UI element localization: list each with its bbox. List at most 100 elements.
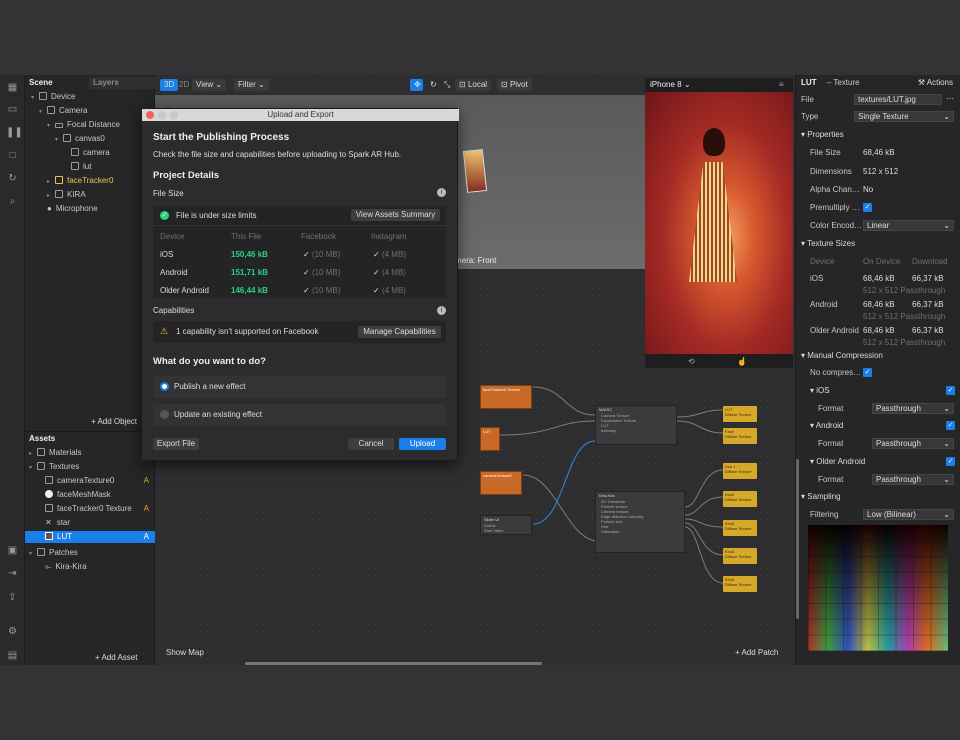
- refresh-icon[interactable]: ↻: [6, 172, 19, 185]
- patch-magic[interactable]: MAGIC Camera Texture Facetracker Texture…: [595, 405, 677, 445]
- patch-output-kira4[interactable]: Kira4 Diffuse Texture: [723, 548, 757, 564]
- face-tracker-icon: [55, 176, 63, 184]
- asset-lut-selected[interactable]: LUT A: [25, 531, 155, 543]
- flip-camera-icon[interactable]: ⟲: [688, 357, 695, 366]
- touch-icon[interactable]: ☝: [737, 357, 747, 366]
- row-ios-device: iOS: [160, 250, 174, 259]
- asset-folder-materials[interactable]: ▸ Materials: [29, 447, 81, 459]
- filtering-select[interactable]: Low (Bilinear) ⌄: [863, 509, 954, 520]
- dialog-heading: Start the Publishing Process: [153, 132, 290, 143]
- radio-selected[interactable]: [160, 382, 169, 391]
- show-map-button[interactable]: Show Map: [166, 648, 204, 657]
- pause-icon[interactable]: ❚❚: [6, 126, 23, 139]
- console-icon[interactable]: ▤: [6, 649, 19, 662]
- export-file-button[interactable]: Export File: [153, 438, 199, 450]
- vertical-scrollbar[interactable]: [796, 459, 799, 619]
- patch-slider-ui[interactable]: Slider UI Visible Start Value: [480, 515, 532, 535]
- simulator-preview[interactable]: [645, 92, 793, 354]
- patch-output-kira1[interactable]: Kira 1 Diffuse Texture: [723, 463, 757, 479]
- cancel-button[interactable]: Cancel: [348, 438, 394, 450]
- section-android[interactable]: ▾ Android: [796, 420, 960, 432]
- minimize-window-button[interactable]: [158, 111, 166, 119]
- tree-item-microphone[interactable]: ● Microphone: [39, 203, 98, 215]
- info-icon[interactable]: i: [437, 188, 446, 197]
- tree-item-device[interactable]: ▾ Device: [31, 91, 75, 103]
- asset-facetracker0-texture[interactable]: faceTracker0 Texture A: [45, 503, 151, 515]
- section-older-android[interactable]: ▾ Older Android: [796, 456, 960, 468]
- folder-icon[interactable]: ▣: [6, 544, 19, 557]
- patch-output-kira2[interactable]: Kira2 Diffuse Texture: [723, 491, 757, 507]
- search-icon[interactable]: ⌕: [6, 195, 19, 208]
- video-icon[interactable]: ▭: [6, 103, 19, 116]
- stop-icon[interactable]: □: [6, 149, 19, 162]
- tab-scene[interactable]: Scene: [29, 77, 53, 89]
- section-properties[interactable]: ▾ Properties: [796, 129, 960, 141]
- asset-kira-kira[interactable]: ⟜ Kira-Kira: [45, 561, 87, 573]
- ios-format-select[interactable]: Passthrough ⌄: [872, 403, 954, 414]
- tree-item-canvas0[interactable]: ▾ canvas0: [55, 133, 105, 145]
- patch-facetracker-texture[interactable]: faceTracker0 Texture: [480, 385, 532, 409]
- add-asset-button[interactable]: + Add Asset: [95, 652, 137, 664]
- option-update-existing[interactable]: Update an existing effect: [153, 404, 446, 426]
- more-icon[interactable]: ⋯: [946, 94, 954, 103]
- tree-item-focal-distance[interactable]: ▾ Focal Distance: [47, 119, 120, 131]
- device-selector[interactable]: iPhone 8 ⌄: [650, 80, 691, 89]
- folder-icon: [37, 462, 45, 470]
- zoom-window-button[interactable]: [170, 111, 178, 119]
- asset-folder-patches[interactable]: ▾ Patches: [29, 547, 78, 559]
- radio-unselected[interactable]: [160, 410, 169, 419]
- asset-cameratexture0[interactable]: cameraTexture0 A: [45, 475, 151, 487]
- menu-icon[interactable]: ≡: [779, 80, 784, 89]
- view-assets-summary-button[interactable]: View Assets Summary: [351, 209, 440, 221]
- premultiply-checkbox[interactable]: ✓: [863, 203, 872, 212]
- capability-warning-text: 1 capability isn't supported on Facebook: [176, 327, 319, 336]
- info-icon[interactable]: i: [437, 306, 446, 315]
- upload-icon[interactable]: ⇪: [6, 591, 19, 604]
- patch-output-kira5[interactable]: Kira5 Diffuse Texture: [723, 576, 757, 592]
- section-manual-compression[interactable]: ▾ Manual Compression: [796, 350, 960, 362]
- manage-capabilities-button[interactable]: Manage Capabilities: [358, 326, 441, 338]
- asset-folder-textures[interactable]: ▾ Textures: [29, 461, 79, 473]
- microphone-icon: ●: [47, 204, 52, 213]
- android-checkbox[interactable]: ✓: [946, 421, 955, 430]
- add-patch-button[interactable]: + Add Patch: [735, 648, 778, 657]
- tree-item-lut[interactable]: lut: [63, 161, 91, 173]
- upload-button[interactable]: Upload: [399, 438, 446, 450]
- texture-sizes-header: Device On Device Download: [810, 257, 948, 266]
- no-compression-checkbox[interactable]: ✓: [863, 368, 872, 377]
- divider: [153, 225, 446, 226]
- patch-kira-kira[interactable]: Kira-Kira 2D Transform Particle texture …: [595, 491, 685, 553]
- tree-item-facetracker0[interactable]: ▸ faceTracker0: [47, 175, 113, 187]
- section-ios[interactable]: ▾ iOS: [796, 385, 960, 397]
- dialog-titlebar: Upload and Export: [142, 109, 459, 121]
- section-texture-sizes[interactable]: ▾ Texture Sizes: [796, 238, 960, 250]
- patch-cameratexture[interactable]: cameraTexture0: [480, 471, 522, 495]
- color-encoding-select[interactable]: Linear ⌄: [863, 220, 954, 231]
- actions-button[interactable]: ⚒ Actions: [918, 77, 953, 89]
- section-sampling[interactable]: ▾ Sampling: [796, 491, 960, 503]
- close-window-button[interactable]: [146, 111, 154, 119]
- type-select[interactable]: Single Texture ⌄: [854, 111, 954, 122]
- asset-star[interactable]: ✕ star: [45, 517, 70, 529]
- add-object-button[interactable]: + Add Object: [91, 416, 137, 428]
- layout-icon[interactable]: ▦: [6, 81, 19, 94]
- patch-output-lut[interactable]: LUT Diffuse Texture: [723, 406, 757, 422]
- tab-layers[interactable]: Layers: [89, 77, 155, 89]
- file-field[interactable]: textures/LUT.jpg: [854, 94, 942, 105]
- ios-checkbox[interactable]: ✓: [946, 386, 955, 395]
- tree-item-kira[interactable]: ▸ KIRA: [47, 189, 86, 201]
- patch-lut[interactable]: LUT: [480, 427, 500, 451]
- asset-facemeshmask[interactable]: faceMeshMask: [45, 489, 111, 501]
- tree-item-camera-rect[interactable]: camera: [63, 147, 110, 159]
- patch-output-kira3[interactable]: Kira3 Diffuse Texture: [723, 520, 757, 536]
- login-icon[interactable]: ⇥: [6, 567, 19, 580]
- tree-item-camera[interactable]: ▾ Camera: [39, 105, 87, 117]
- older-android-format-select[interactable]: Passthrough ⌄: [872, 474, 954, 485]
- settings-icon[interactable]: ⚙: [6, 625, 19, 638]
- option-publish-new[interactable]: Publish a new effect: [153, 376, 446, 398]
- older-android-checkbox[interactable]: ✓: [946, 457, 955, 466]
- horizontal-scrollbar[interactable]: [245, 662, 542, 665]
- no-compression-row: No compres…: [810, 368, 862, 377]
- android-format-select[interactable]: Passthrough ⌄: [872, 438, 954, 449]
- patch-output-face[interactable]: Face Diffuse Texture: [723, 428, 757, 444]
